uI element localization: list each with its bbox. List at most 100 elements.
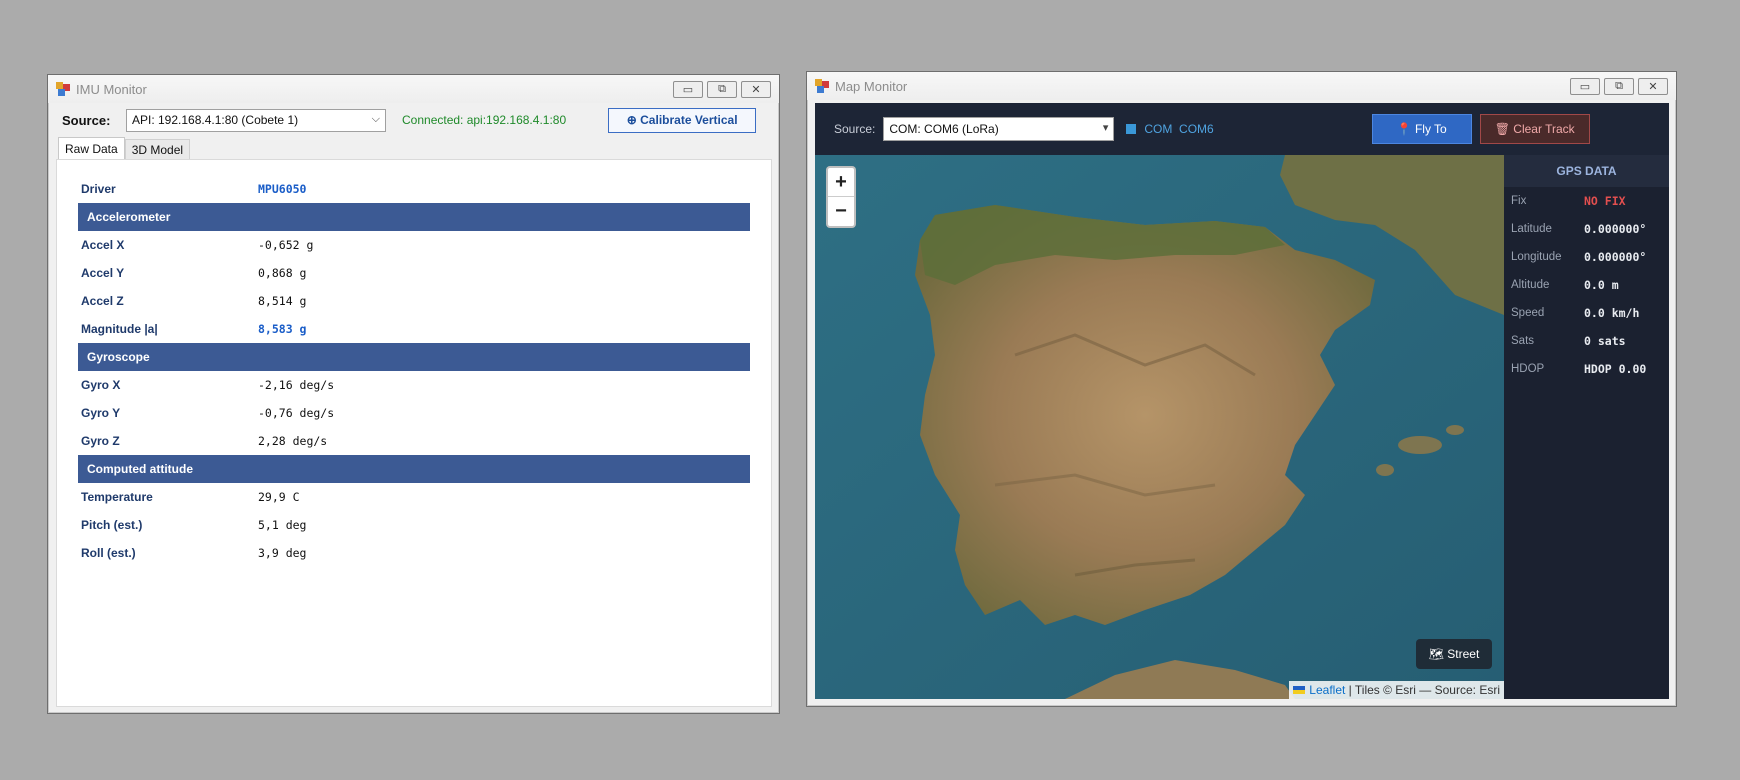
gps-fix-row: Fix NO FIX	[1504, 187, 1669, 215]
leaflet-link[interactable]: Leaflet	[1309, 683, 1345, 697]
gps-value: 0.0 km/h	[1584, 306, 1640, 320]
tab-raw-data[interactable]: Raw Data	[58, 137, 125, 159]
window-title: Map Monitor	[835, 78, 908, 94]
gps-data-panel: GPS DATA Fix NO FIX Latitude 0.000000° L…	[1504, 155, 1669, 699]
row-label: Accel Z	[81, 294, 124, 308]
row-value: 0,868 g	[258, 266, 307, 280]
gps-label: Speed	[1511, 307, 1545, 319]
gyro-z-row: Gyro Z 2,28 deg/s	[78, 427, 750, 455]
gps-label: HDOP	[1511, 363, 1545, 375]
street-layer-button[interactable]: 🗺 Street	[1416, 639, 1492, 669]
row-label: Accel X	[81, 238, 125, 252]
close-button[interactable]: ✕	[741, 80, 771, 98]
imu-titlebar[interactable]: IMU Monitor ▭ ⧉ ✕	[48, 75, 779, 103]
row-label: Gyro Z	[81, 434, 120, 448]
accel-y-row: Accel Y 0,868 g	[78, 259, 750, 287]
calibrate-vertical-button[interactable]: ⊕ Calibrate Vertical	[608, 107, 757, 133]
roll-row: Roll (est.) 3,9 deg	[78, 539, 750, 567]
minimize-button[interactable]: ▭	[673, 80, 703, 98]
gps-value: 0.0 m	[1584, 278, 1619, 292]
row-value: 3,9 deg	[258, 546, 307, 560]
maximize-button[interactable]: ⧉	[707, 80, 737, 98]
row-label: Pitch (est.)	[81, 518, 143, 532]
row-value: -2,16 deg/s	[258, 378, 335, 392]
gps-hdop-row: HDOP HDOP 0.00	[1504, 355, 1669, 383]
row-value: 2,28 deg/s	[258, 434, 328, 448]
map-toolbar: Source: COM: COM6 (LoRa) ▾ COM COM6 📍 Fl…	[815, 103, 1669, 155]
minimize-button[interactable]: ▭	[1570, 77, 1600, 95]
status-square-icon	[1126, 124, 1137, 134]
row-label: Gyro X	[81, 378, 121, 392]
row-label: Temperature	[81, 490, 153, 504]
gps-value: 0 sats	[1584, 334, 1626, 348]
map-content: Source: COM: COM6 (LoRa) ▾ COM COM6 📍 Fl…	[815, 103, 1669, 699]
gps-label: Sats	[1511, 335, 1535, 347]
section-accelerometer: Accelerometer	[78, 203, 750, 231]
tab-3d-model[interactable]: 3D Model	[124, 139, 191, 159]
ukraine-flag-icon	[1293, 686, 1306, 694]
row-label: Accel Y	[81, 266, 125, 280]
close-button[interactable]: ✕	[1638, 77, 1668, 95]
row-label: Gyro Y	[81, 406, 121, 420]
app-icon	[815, 79, 829, 93]
iberian-peninsula-satellite-image	[815, 155, 1504, 699]
com-indicator-text: COM COM6	[1144, 122, 1214, 136]
imu-monitor-window: IMU Monitor ▭ ⧉ ✕ Source: API: 192.168.4…	[47, 74, 780, 714]
gps-value: NO FIX	[1584, 194, 1626, 208]
chevron-down-icon: ▾	[1102, 122, 1109, 134]
gps-header: GPS DATA	[1504, 155, 1669, 187]
zoom-out-button[interactable]: −	[828, 197, 854, 226]
gps-label: Latitude	[1511, 223, 1552, 235]
row-value: 5,1 deg	[258, 518, 307, 532]
clear-track-button[interactable]: 🗑 Clear Track	[1479, 114, 1590, 144]
gps-value: 0.000000°	[1584, 222, 1647, 236]
source-label: Source:	[62, 112, 111, 128]
window-title: IMU Monitor	[76, 81, 147, 97]
pitch-row: Pitch (est.) 5,1 deg	[78, 511, 750, 539]
source-value: API: 192.168.4.1:80 (Cobete 1)	[132, 113, 299, 127]
gps-altitude-row: Altitude 0.0 m	[1504, 271, 1669, 299]
row-value: 8,583 g	[258, 322, 307, 336]
gps-label: Longitude	[1511, 251, 1562, 263]
map-titlebar[interactable]: Map Monitor ▭ ⧉ ✕	[807, 72, 1676, 100]
row-value: -0,652 g	[258, 238, 314, 252]
gps-value: 0.000000°	[1584, 250, 1647, 264]
gps-value: HDOP 0.00	[1584, 362, 1647, 376]
zoom-in-button[interactable]: +	[828, 168, 854, 197]
row-label: Roll (est.)	[81, 546, 136, 560]
gps-sats-row: Sats 0 sats	[1504, 327, 1669, 355]
driver-row: Driver MPU6050	[78, 175, 750, 203]
raw-data-panel: Driver MPU6050 Accelerometer Accel X -0,…	[56, 159, 772, 707]
gps-latitude-row: Latitude 0.000000°	[1504, 215, 1669, 243]
section-gyroscope: Gyroscope	[78, 343, 750, 371]
zoom-control: + −	[826, 166, 856, 228]
source-select[interactable]: API: 192.168.4.1:80 (Cobete 1) ⌵	[126, 108, 386, 132]
chevron-down-icon: ⌵	[371, 112, 380, 125]
section-computed-attitude: Computed attitude	[78, 455, 750, 483]
source-value: COM: COM6 (LoRa)	[889, 122, 999, 136]
row-value: 8,514 g	[258, 294, 307, 308]
temperature-row: Temperature 29,9 C	[78, 483, 750, 511]
source-label: Source:	[834, 122, 876, 136]
maximize-button[interactable]: ⧉	[1604, 77, 1634, 95]
row-label: Magnitude |a|	[81, 322, 158, 336]
satellite-map[interactable]: + − 🗺 Street Leaflet | Tiles © Esri — So…	[815, 155, 1504, 699]
driver-label: Driver	[81, 182, 116, 196]
fly-to-button[interactable]: 📍 Fly To	[1371, 114, 1472, 144]
source-select[interactable]: COM: COM6 (LoRa) ▾	[883, 117, 1115, 141]
gps-longitude-row: Longitude 0.000000°	[1504, 243, 1669, 271]
com-indicator: COM COM6	[1126, 122, 1214, 136]
map-attribution: Leaflet | Tiles © Esri — Source: Esri	[1289, 681, 1504, 699]
row-value: -0,76 deg/s	[258, 406, 335, 420]
gps-label: Fix	[1511, 195, 1527, 207]
gps-label: Altitude	[1511, 279, 1550, 291]
magnitude-row: Magnitude |a| 8,583 g	[78, 315, 750, 343]
app-icon	[56, 82, 70, 96]
attribution-text: | Tiles © Esri — Source: Esri	[1345, 683, 1500, 697]
map-monitor-window: Map Monitor ▭ ⧉ ✕ Source: COM: COM6 (LoR…	[806, 71, 1677, 707]
row-value: 29,9 C	[258, 490, 300, 504]
accel-z-row: Accel Z 8,514 g	[78, 287, 750, 315]
tab-strip: Raw Data 3D Model	[48, 137, 779, 159]
imu-toolbar: Source: API: 192.168.4.1:80 (Cobete 1) ⌵…	[48, 103, 779, 137]
connection-status: Connected: api:192.168.4.1:80	[402, 113, 567, 127]
